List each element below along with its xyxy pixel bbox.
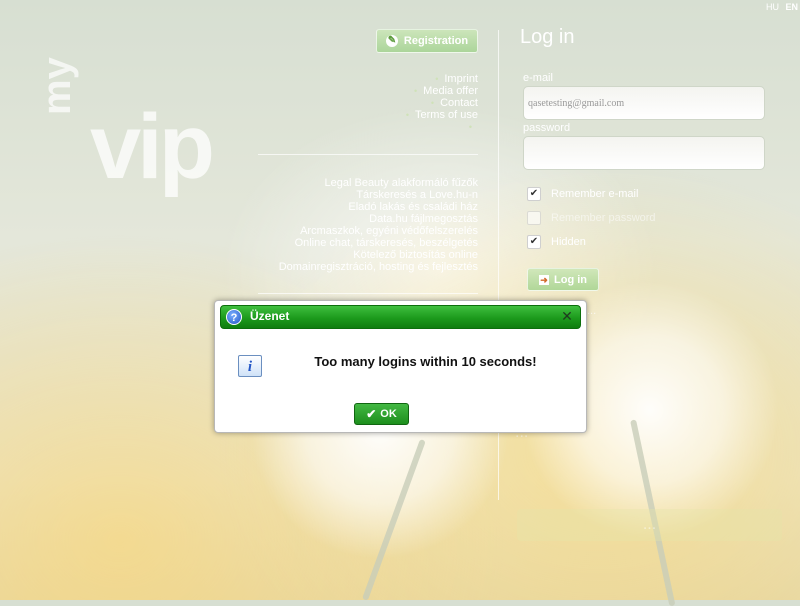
forgot-password-link[interactable]: ... (587, 305, 596, 317)
login-button[interactable]: ➜ Log in (527, 268, 599, 291)
divider (258, 154, 478, 155)
partner-link[interactable]: Kötelező biztosítás online (279, 249, 478, 261)
hidden-row: ✔ Hidden (527, 235, 586, 249)
partner-link[interactable]: Legal Beauty alakformáló fűzők (279, 177, 478, 189)
check-icon: ✔ (366, 407, 377, 421)
nav-empty-link[interactable] (406, 121, 478, 133)
password-field[interactable] (523, 136, 765, 170)
remember-password-label: Remember password (551, 212, 656, 224)
nav-media-offer-link[interactable]: Media offer (406, 85, 478, 97)
partner-links: Legal Beauty alakformáló fűzők Társkeres… (279, 177, 478, 273)
login-title: Log in (520, 26, 575, 48)
remember-email-checkbox[interactable]: ✔ (527, 187, 541, 201)
lang-en-link[interactable]: EN (785, 2, 798, 12)
ok-button-label: OK (380, 408, 397, 420)
login-arrow-icon: ➜ (539, 274, 549, 285)
remember-email-label: Remember e-mail (551, 188, 639, 200)
partner-link[interactable]: Arcmaszkok, egyéni védőfelszerelés (279, 225, 478, 237)
promo-button[interactable]: ... (517, 509, 782, 541)
partner-link[interactable]: Data.hu fájlmegosztás (279, 213, 478, 225)
remember-password-row: Remember password (527, 211, 656, 225)
dialog-title-bar[interactable]: ? Üzenet ✕ (220, 305, 581, 329)
footer-nav: Imprint Media offer Contact Terms of use (406, 73, 478, 133)
language-switcher: HU EN (762, 2, 798, 12)
dialog-message: Too many logins within 10 seconds! (314, 354, 537, 369)
registration-button[interactable]: ✎ Registration (376, 29, 478, 53)
email-label: e-mail (523, 72, 553, 84)
partner-link[interactable]: Online chat, társkeresés, beszélgetés (279, 237, 478, 249)
question-icon: ? (226, 309, 242, 325)
close-icon[interactable]: ✕ (560, 309, 574, 323)
registration-label: Registration (403, 35, 469, 47)
remember-email-row: ✔ Remember e-mail (527, 187, 638, 201)
password-label: password (523, 122, 571, 134)
logo-vip-text: vip (90, 96, 215, 198)
ok-button[interactable]: ✔ OK (354, 403, 409, 425)
hidden-checkbox[interactable]: ✔ (527, 235, 541, 249)
nav-imprint-link[interactable]: Imprint (406, 73, 478, 85)
login-button-label: Log in (554, 273, 587, 286)
myvip-logo: my vip (35, 57, 215, 200)
partner-link[interactable]: Társkeresés a Love.hu-n (279, 189, 478, 201)
divider (258, 293, 478, 294)
nav-terms-link[interactable]: Terms of use (406, 109, 478, 121)
logo-my-text: my (35, 57, 79, 115)
partner-link[interactable]: Eladó lakás és családi ház (279, 201, 478, 213)
remember-password-checkbox[interactable] (527, 211, 541, 225)
lang-hu-link[interactable]: HU (766, 2, 779, 12)
message-dialog: ? Üzenet ✕ i Too many logins within 10 s… (214, 300, 587, 433)
registration-icon: ✎ (385, 35, 398, 47)
dialog-title: Üzenet (250, 309, 290, 323)
hidden-label: Hidden (551, 236, 586, 248)
partner-link[interactable]: Domainregisztráció, hosting és fejleszté… (279, 261, 478, 273)
email-field[interactable] (523, 86, 765, 120)
nav-contact-link[interactable]: Contact (406, 97, 478, 109)
